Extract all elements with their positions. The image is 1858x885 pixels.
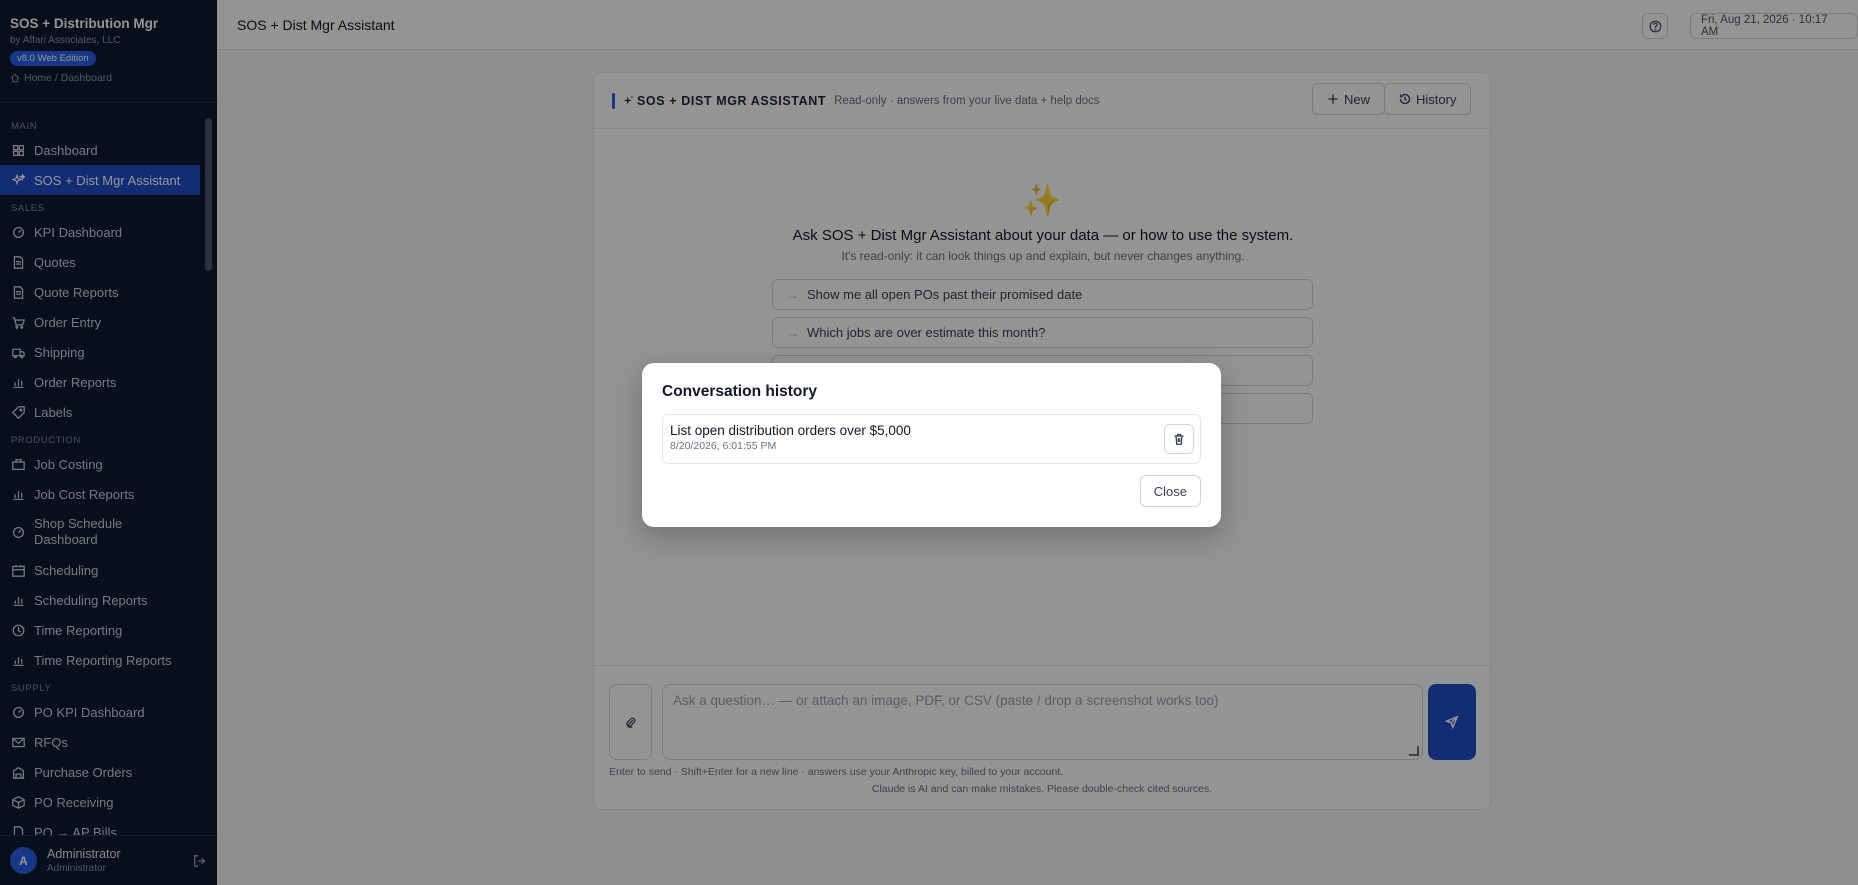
close-button[interactable]: Close bbox=[1139, 475, 1201, 507]
delete-conversation-button[interactable] bbox=[1164, 424, 1194, 454]
conversation-title: List open distribution orders over $5,00… bbox=[670, 423, 911, 438]
conversation-item[interactable]: List open distribution orders over $5,00… bbox=[662, 414, 1201, 464]
history-modal: Conversation history List open distribut… bbox=[642, 363, 1221, 527]
conversation-date: 8/20/2026, 6:01:55 PM bbox=[670, 440, 777, 452]
modal-title: Conversation history bbox=[662, 383, 818, 400]
trash-icon bbox=[1174, 433, 1184, 445]
